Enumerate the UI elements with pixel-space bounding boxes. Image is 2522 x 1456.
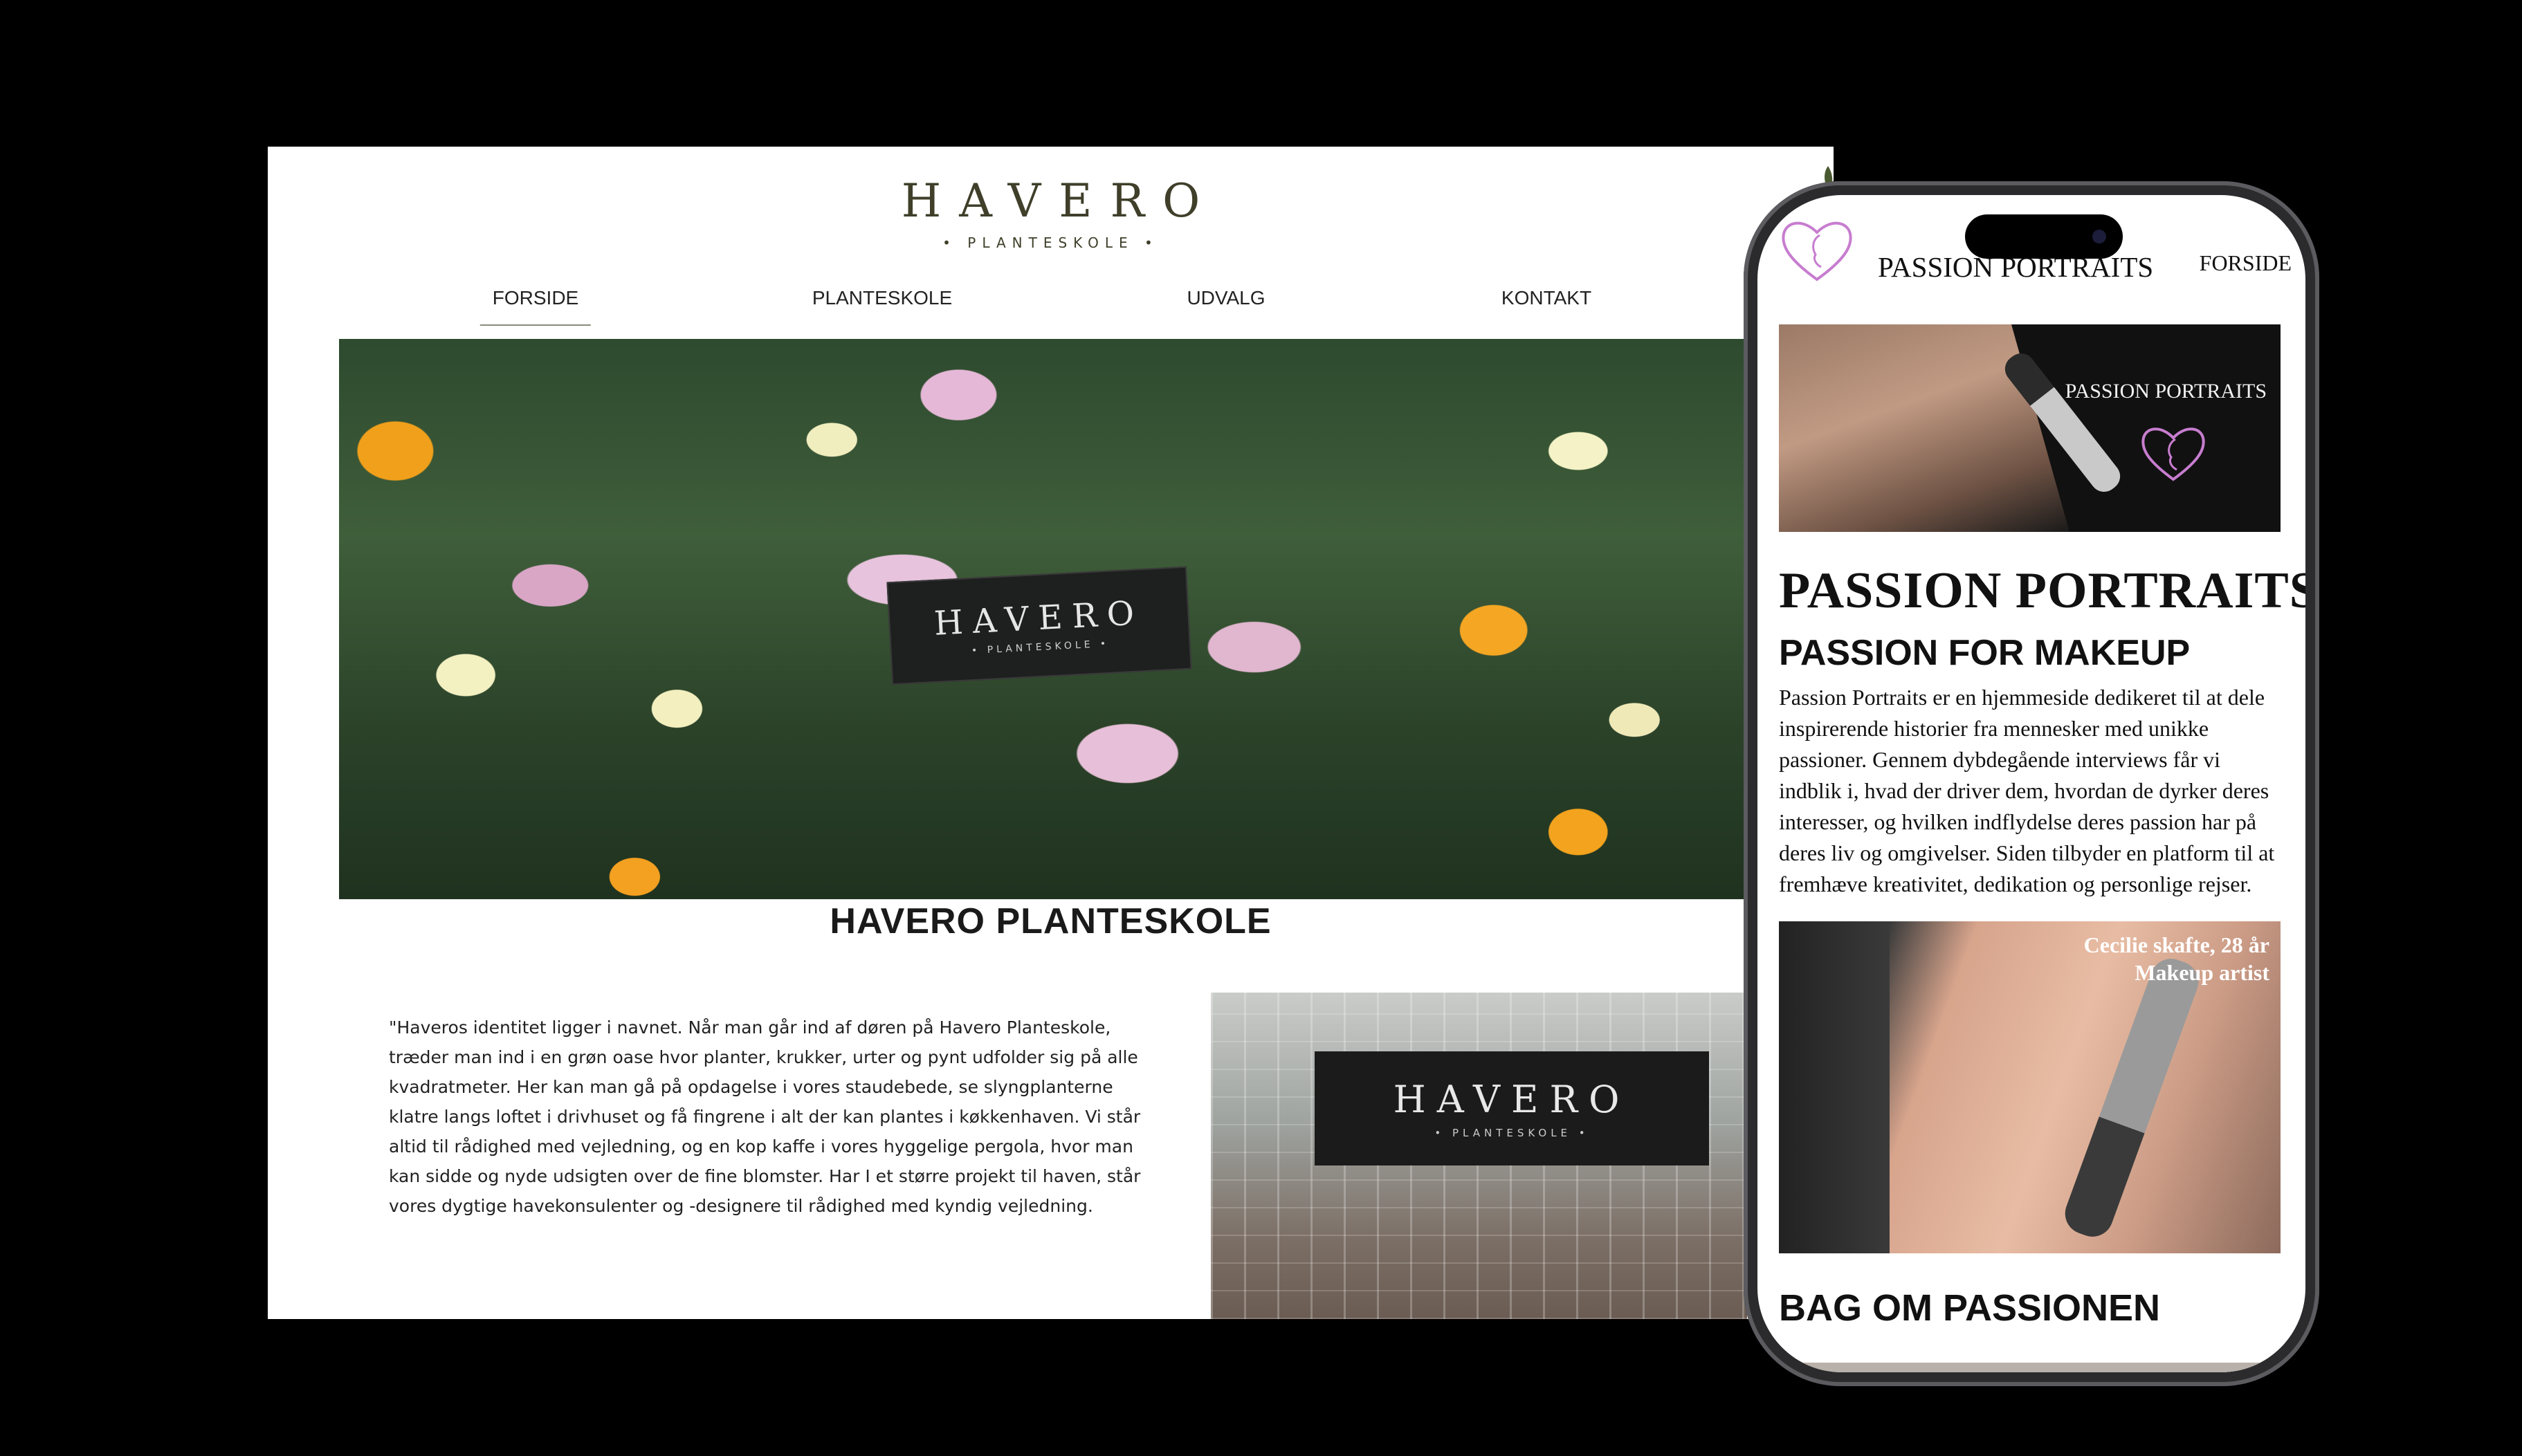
logo-subtitle: • PLANTESKOLE •: [942, 234, 1159, 251]
greenhouse-image: HAVERO • PLANTESKOLE •: [1211, 993, 1747, 1319]
mobile-body-text: Passion Portraits er en hjemmeside dedik…: [1779, 685, 2275, 896]
nav-item-forside[interactable]: FORSIDE: [479, 287, 592, 326]
caption-role: Makeup artist: [2135, 960, 2269, 985]
hero-sign-subtitle: • PLANTESKOLE •: [971, 638, 1110, 656]
banner-title: PASSION PORTRAITS: [2065, 380, 2267, 403]
photo-caption: Cecilie skafte, 28 år Makeup artist: [2084, 931, 2269, 986]
nav-item-udvalg[interactable]: UDVALG: [1187, 287, 1265, 309]
makeup-brush: [2059, 952, 2204, 1243]
greenhouse-sign-subtitle: • PLANTESKOLE •: [1434, 1127, 1589, 1139]
phone-mockup: PASSION PORTRAITS FORSIDE PASSION PORTRA…: [1744, 181, 2319, 1386]
makeup-artist-photo: Cecilie skafte, 28 år Makeup artist: [1779, 921, 2281, 1253]
main-nav: FORSIDE PLANTESKOLE UDVALG KONTAKT: [268, 287, 1834, 326]
dynamic-island: [1965, 214, 2123, 259]
photo-background: [1779, 921, 1890, 1253]
greenhouse-sign: HAVERO • PLANTESKOLE •: [1315, 1051, 1709, 1165]
caption-name: Cecilie skafte, 28 år: [2083, 932, 2269, 957]
mobile-main-heading: PASSION PORTRAITS: [1779, 562, 2305, 619]
mobile-nav-forside[interactable]: FORSIDE: [2200, 250, 2292, 276]
page-title: HAVERO PLANTESKOLE: [830, 901, 1272, 941]
nav-item-planteskole[interactable]: PLANTESKOLE: [812, 287, 952, 309]
greenhouse-sign-word: HAVERO: [1393, 1078, 1631, 1121]
mobile-subheading: PASSION FOR MAKEUP: [1779, 633, 2191, 673]
phone-screen: PASSION PORTRAITS FORSIDE PASSION PORTRA…: [1757, 195, 2305, 1372]
heart-face-logo-icon[interactable]: [1778, 216, 1856, 285]
camera-icon: [2092, 230, 2106, 243]
hero-sign: HAVERO • PLANTESKOLE •: [886, 566, 1192, 685]
heart-face-logo-icon: [2141, 427, 2205, 481]
desktop-website-mockup: HAVERO • PLANTESKOLE • FORSIDE PLANTESKO…: [268, 147, 1834, 1319]
site-logo[interactable]: HAVERO • PLANTESKOLE •: [268, 166, 1834, 251]
hero-flower-image: HAVERO • PLANTESKOLE •: [339, 339, 1747, 899]
intro-text: "Haveros identitet ligger i navnet. Når …: [389, 1017, 1141, 1216]
logo-wordmark: HAVERO: [901, 174, 1218, 228]
next-image-peek: [1779, 1363, 2281, 1372]
mobile-section-heading: BAG OM PASSIONEN: [1779, 1287, 2161, 1329]
hero-sign-word: HAVERO: [933, 593, 1145, 643]
makeup-banner-image: PASSION PORTRAITS: [1779, 324, 2281, 532]
nav-item-kontakt[interactable]: KONTAKT: [1501, 287, 1591, 309]
